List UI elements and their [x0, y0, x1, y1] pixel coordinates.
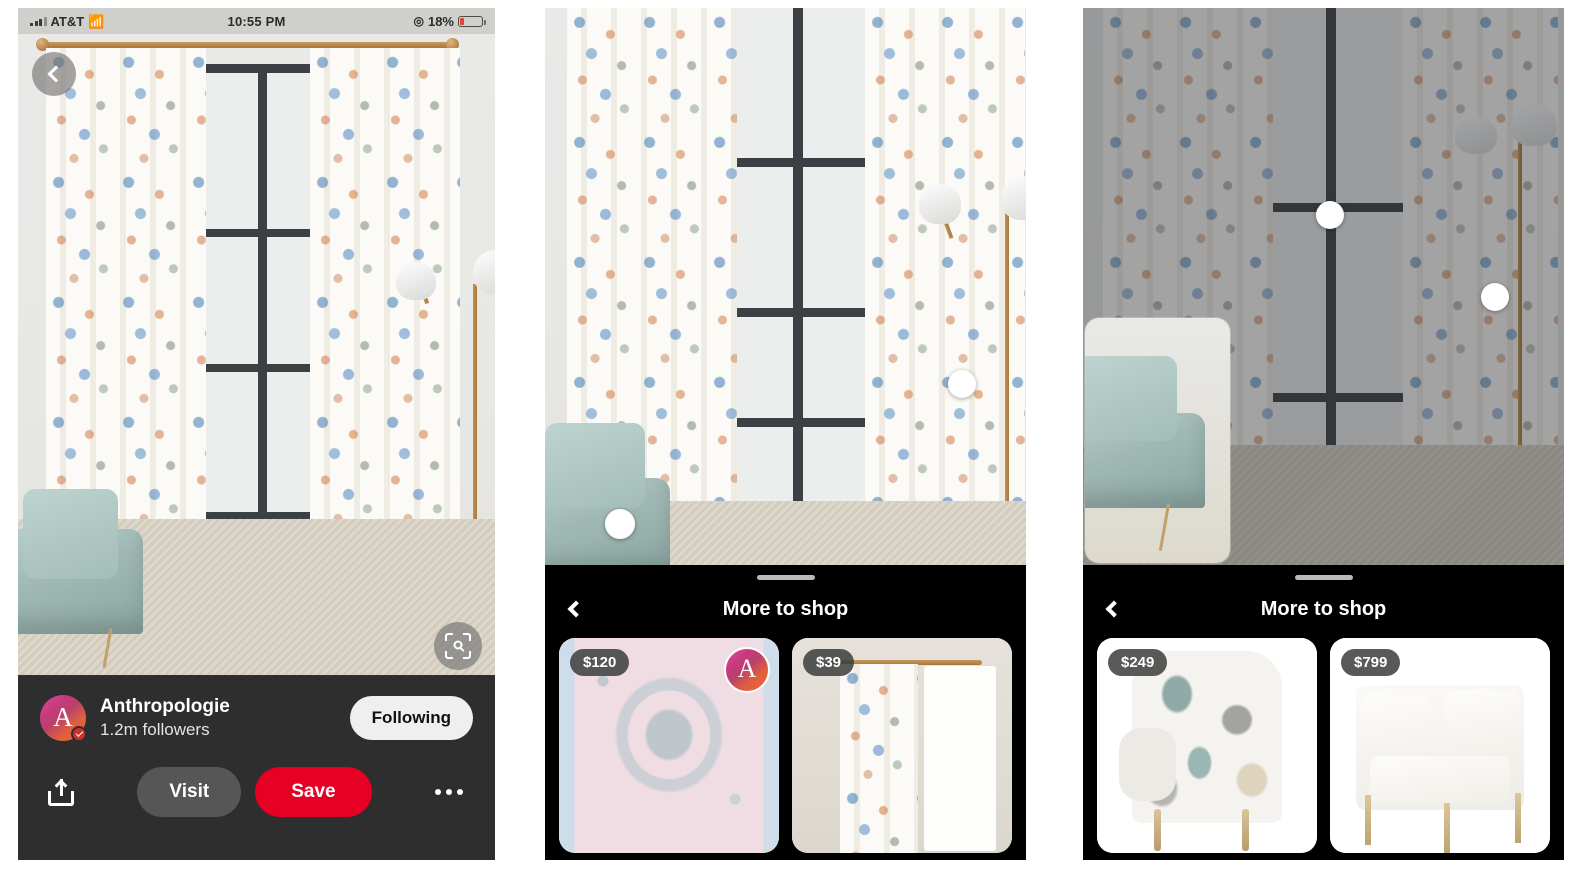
- battery-percent-label: 18%: [427, 13, 454, 29]
- following-button[interactable]: Following: [349, 696, 473, 740]
- window: [924, 666, 996, 851]
- window-mullion: [735, 308, 865, 317]
- selected-object-highlight[interactable]: [1085, 318, 1230, 563]
- pin-photo-living-room[interactable]: [1083, 8, 1564, 568]
- phone-panel-more-to-shop-sofa: More to shop $120 A $39: [545, 8, 1026, 860]
- price-badge: $799: [1341, 649, 1401, 676]
- save-button[interactable]: Save: [255, 767, 372, 817]
- product-card[interactable]: $39: [792, 638, 1012, 853]
- pin-photo-living-room[interactable]: [545, 8, 1026, 568]
- window-mullion: [735, 418, 865, 427]
- sofa-back: [545, 423, 645, 508]
- sheet-back-button[interactable]: [1099, 596, 1125, 622]
- pin-action-row: Visit Save: [40, 767, 473, 817]
- product-card[interactable]: $799: [1330, 638, 1550, 853]
- chevron-left-icon: [1105, 600, 1123, 618]
- sheet-title: More to shop: [1260, 597, 1387, 620]
- phone-panel-more-to-shop-chairs: More to shop $249 $799: [1083, 8, 1564, 860]
- sheet-header: More to shop: [1083, 580, 1564, 638]
- pin-photo-living-room[interactable]: [18, 34, 495, 689]
- sheet-back-button[interactable]: [561, 596, 587, 622]
- creator-avatar[interactable]: A: [40, 695, 87, 742]
- avatar-letter: A: [53, 701, 73, 732]
- window-mullion: [793, 8, 803, 508]
- product-card[interactable]: $249: [1097, 638, 1317, 853]
- creator-row: A Anthropologie 1.2m followers Following: [40, 695, 473, 742]
- curtain-panel-right: [865, 8, 1025, 568]
- product-card-row: $249 $799: [1083, 638, 1564, 853]
- pin-action-sheet: A Anthropologie 1.2m followers Following…: [18, 675, 495, 860]
- price-badge: $120: [570, 649, 630, 676]
- more-to-shop-sheet: More to shop $249 $799: [1083, 565, 1564, 860]
- floor-lamp-shade: [919, 184, 961, 224]
- more-options-icon[interactable]: [435, 789, 463, 795]
- product-card[interactable]: $120 A: [559, 638, 779, 853]
- product-dot-lamp[interactable]: [948, 370, 976, 398]
- screenshot-canvas: AT&T 📶 10:55 PM ◎ 18% A Anthropologie 1.…: [0, 0, 1588, 890]
- window-mullion: [203, 364, 325, 372]
- signal-bars-icon: [30, 16, 47, 26]
- sofa-back: [1085, 356, 1177, 441]
- chevron-left-icon: [567, 600, 585, 618]
- curtain-panel: [840, 664, 918, 853]
- chevron-left-icon: [47, 65, 65, 83]
- product-dot-sofa[interactable]: [605, 509, 635, 539]
- creator-info: Anthropologie 1.2m followers: [100, 696, 336, 740]
- product-dot-window[interactable]: [1316, 201, 1344, 229]
- verified-check-icon: [71, 726, 87, 742]
- wifi-icon: 📶: [88, 13, 105, 29]
- status-bar: AT&T 📶 10:55 PM ◎ 18%: [18, 8, 495, 34]
- location-services-icon: ◎: [413, 14, 424, 28]
- creator-avatar[interactable]: A: [724, 647, 770, 693]
- sheet-title: More to shop: [722, 597, 849, 620]
- primary-actions: Visit Save: [74, 767, 435, 817]
- visual-search-button[interactable]: [434, 622, 482, 670]
- more-to-shop-sheet: More to shop $120 A $39: [545, 565, 1026, 860]
- sofa-back: [23, 489, 118, 579]
- avatar-letter: A: [737, 654, 757, 683]
- window-mullion: [203, 229, 325, 237]
- window-mullion: [258, 64, 267, 519]
- share-icon[interactable]: [48, 778, 74, 806]
- window-mullion: [735, 158, 865, 167]
- phone-panel-pin-closeup: AT&T 📶 10:55 PM ◎ 18% A Anthropologie 1.…: [18, 8, 495, 860]
- lens-search-icon: [445, 633, 471, 659]
- status-bar-right: ◎ 18%: [285, 13, 486, 29]
- price-badge: $39: [803, 649, 855, 676]
- status-bar-clock: 10:55 PM: [227, 13, 286, 29]
- creator-follower-count: 1.2m followers: [100, 719, 210, 739]
- sheet-header: More to shop: [545, 580, 1026, 638]
- visit-button[interactable]: Visit: [137, 767, 242, 817]
- battery-icon: [458, 15, 486, 27]
- price-badge: $249: [1108, 649, 1168, 676]
- product-dot-curtain[interactable]: [1481, 283, 1509, 311]
- status-bar-left: AT&T 📶: [30, 14, 228, 29]
- product-card-row: $120 A $39: [545, 638, 1026, 853]
- carrier-label: AT&T: [50, 13, 85, 29]
- back-button[interactable]: [32, 52, 76, 96]
- floor-lamp-shade: [396, 262, 436, 300]
- creator-name: Anthropologie: [100, 696, 230, 718]
